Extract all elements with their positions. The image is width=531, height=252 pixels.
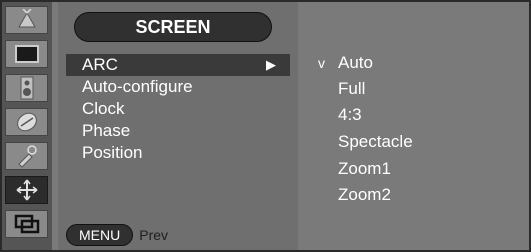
time-clock-icon[interactable] (5, 108, 48, 136)
menu-item-arc[interactable]: ARC ▶ (66, 54, 290, 76)
menu-item-label: Position (82, 143, 143, 162)
menu-item-phase[interactable]: Phase (66, 120, 290, 142)
screen-adjust-icon[interactable] (5, 176, 48, 204)
screen-display-icon[interactable] (5, 40, 48, 68)
option-zoom2[interactable]: Zoom2 (300, 182, 529, 208)
menu-item-position[interactable]: Position (66, 142, 290, 164)
pip-icon[interactable] (5, 210, 48, 238)
option-label: 4:3 (338, 105, 362, 124)
category-icon-column (2, 2, 52, 250)
menu-item-label: Auto-configure (82, 77, 193, 96)
option-auto[interactable]: v Auto (300, 50, 529, 76)
option-label: Spectacle (338, 132, 413, 151)
option-label: Zoom2 (338, 185, 391, 204)
speaker-icon[interactable] (5, 74, 48, 102)
option-label: Auto (338, 53, 373, 72)
menu-item-label: Clock (82, 99, 125, 118)
menu-item-label: ARC (82, 55, 118, 74)
menu-item-clock[interactable]: Clock (66, 98, 290, 120)
option-spectacle[interactable]: Spectacle (300, 129, 529, 155)
prev-label: Prev (139, 227, 169, 243)
menu-footer: MENU Prev (66, 224, 168, 246)
picture-adjust-icon[interactable] (5, 6, 48, 34)
menu-title: SCREEN (74, 12, 272, 42)
osd-menu: SCREEN ARC ▶ Auto-configure Clock Phase … (0, 0, 531, 252)
option-label: Zoom1 (338, 159, 391, 178)
option-full[interactable]: Full (300, 76, 529, 102)
menu-button[interactable]: MENU (66, 224, 134, 246)
option-4-3[interactable]: 4:3 (300, 102, 529, 128)
screen-menu-panel: SCREEN ARC ▶ Auto-configure Clock Phase … (58, 2, 298, 250)
special-settings-icon[interactable] (5, 142, 48, 170)
menu-item-label: Phase (82, 121, 131, 140)
submenu-arrow-icon: ▶ (266, 57, 276, 72)
arc-options-panel: v Auto Full 4:3 Spectacle Zoom1 Zoom2 (300, 2, 529, 250)
option-zoom1[interactable]: Zoom1 (300, 156, 529, 182)
check-mark-icon: v (318, 55, 325, 71)
menu-item-auto-configure[interactable]: Auto-configure (66, 76, 290, 98)
option-label: Full (338, 79, 366, 98)
